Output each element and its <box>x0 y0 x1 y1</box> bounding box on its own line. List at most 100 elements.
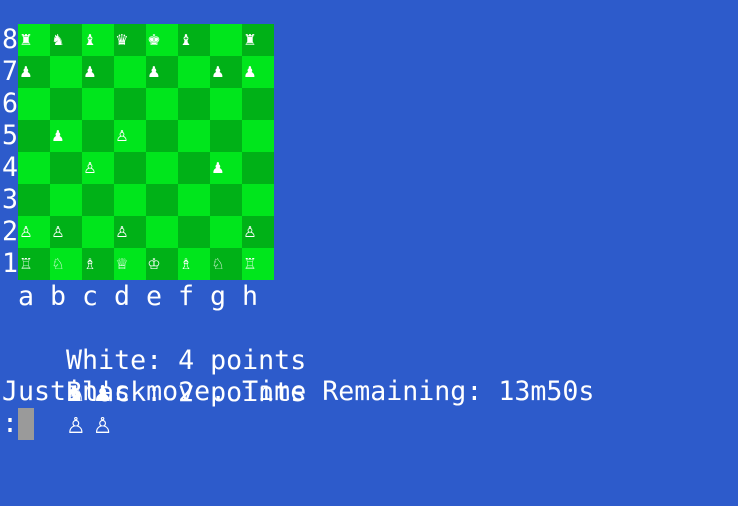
chess-piece-icon: ♘ <box>211 255 225 273</box>
chess-piece-icon: ♕ <box>115 255 129 273</box>
file-label-e: e <box>145 281 162 312</box>
square-e3[interactable] <box>146 184 178 216</box>
chess-piece-icon: ♔ <box>147 255 161 273</box>
square-b2[interactable]: ♙ <box>50 216 82 248</box>
rank-label-8: 8 <box>2 24 19 55</box>
chess-piece-icon: ♗ <box>83 255 97 273</box>
square-g3[interactable] <box>210 184 242 216</box>
square-b5[interactable]: ♟ <box>50 120 82 152</box>
square-f1[interactable]: ♗ <box>178 248 210 280</box>
rank-label-1: 1 <box>2 248 19 279</box>
square-g6[interactable] <box>210 88 242 120</box>
square-h6[interactable] <box>242 88 274 120</box>
square-f8[interactable]: ♝ <box>178 24 210 56</box>
chess-piece-icon: ♙ <box>83 159 97 177</box>
square-g4[interactable]: ♟ <box>210 152 242 184</box>
chess-piece-icon: ♚ <box>147 31 161 49</box>
text-cursor[interactable] <box>18 408 34 440</box>
square-b1[interactable]: ♘ <box>50 248 82 280</box>
square-b8[interactable]: ♞ <box>50 24 82 56</box>
square-g1[interactable]: ♘ <box>210 248 242 280</box>
file-label-a: a <box>17 281 34 312</box>
black-score-line: Black: 2 points ♙ ♙ <box>2 345 306 439</box>
chess-piece-icon: ♟ <box>211 159 225 177</box>
move-status-line: Justin's move. Time Remaining: 13m50s <box>2 376 595 407</box>
square-f2[interactable] <box>178 216 210 248</box>
square-e2[interactable] <box>146 216 178 248</box>
square-b7[interactable] <box>50 56 82 88</box>
square-f3[interactable] <box>178 184 210 216</box>
square-c4[interactable]: ♙ <box>82 152 114 184</box>
square-h3[interactable] <box>242 184 274 216</box>
square-c6[interactable] <box>82 88 114 120</box>
square-g8[interactable] <box>210 24 242 56</box>
square-d4[interactable] <box>114 152 146 184</box>
chess-board[interactable]: ♜ ♞ ♝ ♛ ♚ ♝ ♜ ♟ ♟ ♟ ♟ ♟ ♟ ♙ ♙ ♟ ♙ ♙ ♙ ♙ ♖ ♘ ♗ ♕ ♔ ♗ ♘ ♖ <box>18 24 274 280</box>
square-b3[interactable] <box>50 184 82 216</box>
square-c8[interactable]: ♝ <box>82 24 114 56</box>
square-a6[interactable] <box>18 88 50 120</box>
square-e6[interactable] <box>146 88 178 120</box>
square-a2[interactable]: ♙ <box>18 216 50 248</box>
rank-label-4: 4 <box>2 152 19 183</box>
square-f7[interactable] <box>178 56 210 88</box>
white-score-line: White: 4 points ♞ ♟ <box>2 313 306 407</box>
square-d2[interactable]: ♙ <box>114 216 146 248</box>
file-label-d: d <box>113 281 130 312</box>
chess-piece-icon: ♖ <box>243 255 257 273</box>
square-d7[interactable] <box>114 56 146 88</box>
file-label-g: g <box>209 281 226 312</box>
square-h5[interactable] <box>242 120 274 152</box>
chess-piece-icon: ♙ <box>115 223 129 241</box>
square-d8[interactable]: ♛ <box>114 24 146 56</box>
file-label-f: f <box>177 281 194 312</box>
square-b4[interactable] <box>50 152 82 184</box>
square-b6[interactable] <box>50 88 82 120</box>
square-h8[interactable]: ♜ <box>242 24 274 56</box>
square-e8[interactable]: ♚ <box>146 24 178 56</box>
rank-label-5: 5 <box>2 120 19 151</box>
square-h1[interactable]: ♖ <box>242 248 274 280</box>
square-a7[interactable]: ♟ <box>18 56 50 88</box>
square-c3[interactable] <box>82 184 114 216</box>
square-d1[interactable]: ♕ <box>114 248 146 280</box>
square-a3[interactable] <box>18 184 50 216</box>
square-f4[interactable] <box>178 152 210 184</box>
chess-piece-icon: ♜ <box>19 31 33 49</box>
square-h4[interactable] <box>242 152 274 184</box>
chess-piece-icon: ♙ <box>19 223 33 241</box>
square-g7[interactable]: ♟ <box>210 56 242 88</box>
chess-piece-icon: ♙ <box>51 223 65 241</box>
square-e7[interactable]: ♟ <box>146 56 178 88</box>
chess-piece-icon: ♜ <box>243 31 257 49</box>
square-e5[interactable] <box>146 120 178 152</box>
chess-piece-icon: ♟ <box>19 63 33 81</box>
square-e4[interactable] <box>146 152 178 184</box>
square-g5[interactable] <box>210 120 242 152</box>
square-h2[interactable]: ♙ <box>242 216 274 248</box>
square-e1[interactable]: ♔ <box>146 248 178 280</box>
square-a4[interactable] <box>18 152 50 184</box>
chess-piece-icon: ♟ <box>211 63 225 81</box>
square-a5[interactable] <box>18 120 50 152</box>
square-h7[interactable]: ♟ <box>242 56 274 88</box>
square-c1[interactable]: ♗ <box>82 248 114 280</box>
chess-piece-icon: ♙ <box>243 223 257 241</box>
file-label-b: b <box>49 281 66 312</box>
square-g2[interactable] <box>210 216 242 248</box>
square-c2[interactable] <box>82 216 114 248</box>
square-d6[interactable] <box>114 88 146 120</box>
chess-piece-icon: ♟ <box>243 63 257 81</box>
black-captured-pieces: ♙ ♙ <box>66 414 113 439</box>
square-f6[interactable] <box>178 88 210 120</box>
square-f5[interactable] <box>178 120 210 152</box>
square-a8[interactable]: ♜ <box>18 24 50 56</box>
square-d5[interactable]: ♙ <box>114 120 146 152</box>
square-c5[interactable] <box>82 120 114 152</box>
chess-piece-icon: ♝ <box>83 31 97 49</box>
rank-label-6: 6 <box>2 88 19 119</box>
square-a1[interactable]: ♖ <box>18 248 50 280</box>
square-c7[interactable]: ♟ <box>82 56 114 88</box>
square-d3[interactable] <box>114 184 146 216</box>
chess-piece-icon: ♞ <box>51 31 65 49</box>
